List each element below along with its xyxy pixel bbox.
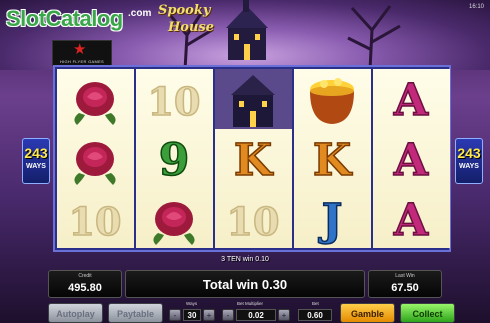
reel-symbol-A: A	[373, 129, 450, 189]
reel-symbol-10: 10	[57, 189, 134, 249]
reel-symbol-A: A	[373, 69, 450, 129]
total-win-panel: Total win 0.30	[125, 270, 365, 298]
ways-label: Ways	[186, 301, 198, 306]
reel-symbol-K: K	[294, 129, 371, 189]
credit-value: 495.80	[68, 282, 102, 294]
autoplay-button[interactable]: Autoplay	[48, 303, 103, 323]
reel-5: AAA	[373, 69, 450, 248]
reel-symbol-haunted-house-icon	[215, 69, 292, 129]
reel-symbol-rose-icon	[136, 189, 213, 249]
reel-symbol-rose-icon	[57, 69, 134, 129]
ways-badge-number: 243	[457, 145, 481, 161]
svg-text:A: A	[393, 195, 429, 246]
gamble-button[interactable]: Gamble	[340, 303, 395, 323]
bet-multiplier-label: Bet Multiplier	[237, 301, 264, 306]
site-logo-suffix: .com	[128, 8, 152, 19]
studio-badge: ★ HIGH FLYER GAMES	[52, 40, 112, 66]
ways-badge-right: 243 WAYS	[455, 138, 483, 184]
reel-1: 10	[57, 69, 134, 248]
reel-frame: 10 10 9 K 10 K J A A A	[53, 65, 451, 252]
reel-4: KJ	[294, 69, 371, 248]
svg-text:10: 10	[148, 79, 201, 124]
svg-text:A: A	[393, 135, 429, 186]
svg-text:10: 10	[69, 199, 122, 244]
last-win-value: 67.50	[391, 282, 419, 294]
clock-line2: 16:10	[468, 4, 484, 10]
collect-button[interactable]: Collect	[400, 303, 455, 323]
svg-text:A: A	[393, 75, 429, 126]
reel-symbol-A: A	[373, 189, 450, 249]
svg-text:9: 9	[159, 135, 190, 186]
last-win-panel: Last Win 67.50	[368, 270, 442, 298]
ways-value: 30	[183, 309, 201, 321]
reel-symbol-J: J	[294, 189, 371, 249]
ways-badge-word: WAYS	[26, 163, 46, 170]
game-title: Spooky House	[150, 2, 220, 50]
ways-plus-button[interactable]: +	[203, 309, 215, 321]
credit-panel: Credit 495.80	[48, 270, 122, 298]
studio-badge-text: HIGH FLYER GAMES	[59, 59, 105, 64]
win-line-text: 3 TEN win 0.10	[221, 256, 269, 263]
last-win-label: Last Win	[395, 273, 415, 279]
haunted-house-title-icon	[226, 0, 268, 60]
paytable-button[interactable]: Paytable	[108, 303, 163, 323]
svg-text:10: 10	[227, 199, 280, 244]
reel-2: 10 9	[136, 69, 213, 248]
ways-badge-word: WAYS	[459, 163, 479, 170]
bet-multiplier-value: 0.02	[236, 309, 276, 321]
star-icon: ★	[73, 41, 87, 58]
svg-text:K: K	[313, 135, 353, 186]
total-win-text: Total win 0.30	[202, 277, 288, 292]
svg-text:J: J	[318, 195, 343, 246]
game-title-line1: Spooky	[158, 3, 211, 18]
dead-tree-right-icon	[347, 5, 401, 70]
reel-symbol-rose-icon	[57, 129, 134, 189]
ways-minus-button[interactable]: -	[169, 309, 181, 321]
reel-symbol-10: 10	[136, 69, 213, 129]
clock: 16:10	[469, 4, 484, 10]
reel-symbol-K: K	[215, 129, 292, 189]
reel-symbol-pot-of-gold-icon	[294, 69, 371, 129]
site-logo: SlotCatalog .com ★ HIGH FLYER GAMES	[6, 6, 156, 66]
bet-value: 0.60	[298, 309, 332, 321]
credit-label: Credit	[78, 273, 92, 279]
reel-3: K 10	[215, 69, 292, 248]
site-logo-text: SlotCatalog	[6, 6, 123, 31]
reel-symbol-10: 10	[215, 189, 292, 249]
ways-badge-left: 243 WAYS	[22, 138, 50, 184]
svg-text:K: K	[234, 135, 274, 186]
ways-badge-number: 243	[24, 145, 48, 161]
multiplier-plus-button[interactable]: +	[278, 309, 290, 321]
multiplier-minus-button[interactable]: -	[222, 309, 234, 321]
reel-symbol-9: 9	[136, 129, 213, 189]
bet-label: Bet	[312, 301, 319, 306]
game-title-line2: House	[168, 20, 214, 35]
